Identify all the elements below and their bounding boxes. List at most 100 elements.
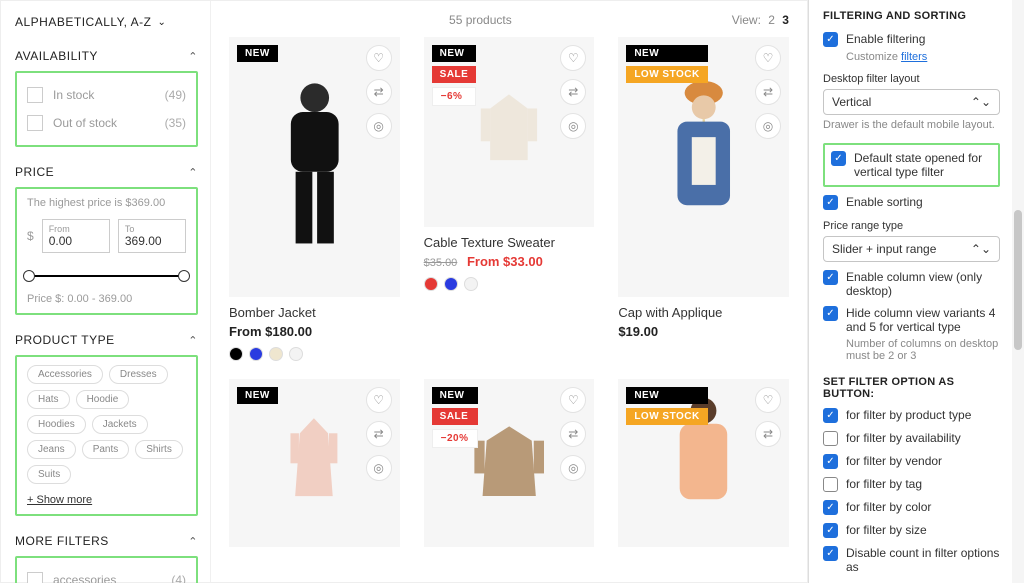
filter-button-availability[interactable]: for filter by availability bbox=[823, 431, 1000, 446]
price-max-note: The highest price is $369.00 bbox=[27, 197, 186, 209]
product-card[interactable]: NEW SALE −20% ♡ ⇄ ◎ bbox=[424, 379, 595, 547]
quickview-icon[interactable]: ◎ bbox=[366, 455, 392, 481]
checkbox-icon[interactable] bbox=[823, 431, 838, 446]
filter-section-price-header[interactable]: PRICE ⌃ bbox=[15, 165, 198, 179]
product-card[interactable]: NEW ♡ ⇄ ◎ Bomber Jacket From $180.00 bbox=[229, 37, 400, 361]
swatch-blue[interactable] bbox=[249, 347, 263, 361]
swatch-beige[interactable] bbox=[269, 347, 283, 361]
product-card[interactable]: NEW ♡ ⇄ ◎ bbox=[229, 379, 400, 547]
settings-title: FILTERING AND SORTING bbox=[823, 10, 1000, 22]
hide-column-variants-row[interactable]: Hide column view variants 4 and 5 for ve… bbox=[823, 306, 1000, 334]
wishlist-icon[interactable]: ♡ bbox=[755, 45, 781, 71]
swatch-white[interactable] bbox=[464, 277, 478, 291]
setting-label: for filter by tag bbox=[846, 477, 922, 491]
quickview-icon[interactable]: ◎ bbox=[560, 455, 586, 481]
slider-handle-max[interactable] bbox=[178, 270, 190, 282]
filter-section-more-header[interactable]: MORE FILTERS ⌃ bbox=[15, 534, 198, 548]
filter-section-product-type-header[interactable]: PRODUCT TYPE ⌃ bbox=[15, 333, 198, 347]
wishlist-icon[interactable]: ♡ bbox=[560, 387, 586, 413]
filter-option-in-stock[interactable]: In stock (49) bbox=[27, 81, 186, 109]
checkbox-icon[interactable] bbox=[823, 195, 838, 210]
more-filters-box: accessories (4) Baby Boy (4) bbox=[15, 556, 198, 583]
tag-shirts[interactable]: Shirts bbox=[135, 440, 183, 459]
tag-pants[interactable]: Pants bbox=[82, 440, 130, 459]
price-from-input[interactable]: From 0.00 bbox=[42, 219, 110, 253]
product-card[interactable]: NEW LOW STOCK ♡ ⇄ bbox=[618, 379, 789, 547]
scrollbar-thumb[interactable] bbox=[1014, 210, 1022, 350]
enable-column-view-row[interactable]: Enable column view (only desktop) bbox=[823, 270, 1000, 298]
view-option-3[interactable]: 3 bbox=[782, 13, 789, 27]
quickview-icon[interactable]: ◎ bbox=[560, 113, 586, 139]
chevron-up-icon: ⌃ bbox=[188, 50, 198, 63]
compare-icon[interactable]: ⇄ bbox=[560, 79, 586, 105]
view-label: View: bbox=[732, 13, 761, 27]
swatch-white[interactable] bbox=[289, 347, 303, 361]
wishlist-icon[interactable]: ♡ bbox=[366, 45, 392, 71]
compare-icon[interactable]: ⇄ bbox=[755, 421, 781, 447]
tag-jackets[interactable]: Jackets bbox=[92, 415, 148, 434]
chevron-down-icon: ⌄ bbox=[157, 17, 166, 28]
product-card[interactable]: NEW LOW STOCK ♡ ⇄ ◎ Cap with Applique $1… bbox=[618, 37, 789, 361]
filters-link[interactable]: filters bbox=[901, 51, 927, 63]
price-range-select[interactable]: Slider + input range ⌃⌄ bbox=[823, 236, 1000, 262]
checkbox-icon[interactable] bbox=[831, 151, 846, 166]
slider-handle-min[interactable] bbox=[23, 270, 35, 282]
product-card[interactable]: NEW SALE −6% ♡ ⇄ ◎ Cable Texture Sweater bbox=[424, 37, 595, 361]
color-swatches bbox=[229, 347, 400, 361]
checkbox-icon[interactable] bbox=[823, 454, 838, 469]
layout-select[interactable]: Vertical ⌃⌄ bbox=[823, 89, 1000, 115]
checkbox-icon[interactable] bbox=[823, 500, 838, 515]
tag-hats[interactable]: Hats bbox=[27, 390, 70, 409]
sort-dropdown[interactable]: ALPHABETICALLY, A-Z ⌄ bbox=[15, 15, 198, 29]
filter-option-out-of-stock[interactable]: Out of stock (35) bbox=[27, 109, 186, 137]
checkbox-icon[interactable] bbox=[823, 523, 838, 538]
price-slider[interactable] bbox=[27, 267, 186, 285]
filter-option-accessories[interactable]: accessories (4) bbox=[27, 566, 186, 583]
badge-new: NEW bbox=[626, 387, 707, 404]
filter-button-vendor[interactable]: for filter by vendor bbox=[823, 454, 1000, 469]
option-label: accessories bbox=[53, 573, 116, 583]
tag-jeans[interactable]: Jeans bbox=[27, 440, 76, 459]
wishlist-icon[interactable]: ♡ bbox=[560, 45, 586, 71]
compare-icon[interactable]: ⇄ bbox=[560, 421, 586, 447]
swatch-black[interactable] bbox=[229, 347, 243, 361]
wishlist-icon[interactable]: ♡ bbox=[366, 387, 392, 413]
compare-icon[interactable]: ⇄ bbox=[366, 79, 392, 105]
checkbox-icon[interactable] bbox=[823, 408, 838, 423]
filter-button-product-type[interactable]: for filter by product type bbox=[823, 408, 1000, 423]
compare-icon[interactable]: ⇄ bbox=[755, 79, 781, 105]
tag-hoodie[interactable]: Hoodie bbox=[76, 390, 130, 409]
checkbox-icon[interactable] bbox=[823, 270, 838, 285]
checkbox-icon[interactable] bbox=[823, 546, 838, 561]
swatch-red[interactable] bbox=[424, 277, 438, 291]
filter-button-color[interactable]: for filter by color bbox=[823, 500, 1000, 515]
filter-section-availability-header[interactable]: AVAILABILITY ⌃ bbox=[15, 49, 198, 63]
checkbox-icon[interactable] bbox=[823, 32, 838, 47]
enable-sorting-row[interactable]: Enable sorting bbox=[823, 195, 1000, 210]
product-type-tags: Accessories Dresses Hats Hoodie Hoodies … bbox=[27, 365, 186, 484]
show-more-link[interactable]: + Show more bbox=[27, 494, 186, 506]
setting-label: for filter by vendor bbox=[846, 454, 942, 468]
checkbox-icon[interactable] bbox=[823, 477, 838, 492]
filter-button-tag[interactable]: for filter by tag bbox=[823, 477, 1000, 492]
product-price: $35.00 From $33.00 bbox=[424, 254, 595, 269]
price-to-input[interactable]: To 369.00 bbox=[118, 219, 186, 253]
tag-dresses[interactable]: Dresses bbox=[109, 365, 168, 384]
swatch-blue[interactable] bbox=[444, 277, 458, 291]
checkbox-icon[interactable] bbox=[823, 306, 838, 321]
view-option-2[interactable]: 2 bbox=[768, 13, 775, 27]
tag-hoodies[interactable]: Hoodies bbox=[27, 415, 86, 434]
compare-icon[interactable]: ⇄ bbox=[366, 421, 392, 447]
quickview-icon[interactable]: ◎ bbox=[366, 113, 392, 139]
enable-filtering-row[interactable]: Enable filtering bbox=[823, 32, 1000, 47]
tag-accessories[interactable]: Accessories bbox=[27, 365, 103, 384]
tag-suits[interactable]: Suits bbox=[27, 465, 71, 484]
badge-sale: SALE bbox=[432, 66, 477, 83]
quickview-icon[interactable]: ◎ bbox=[755, 113, 781, 139]
chevron-up-icon: ⌃ bbox=[188, 166, 198, 179]
filter-button-size[interactable]: for filter by size bbox=[823, 523, 1000, 538]
wishlist-icon[interactable]: ♡ bbox=[755, 387, 781, 413]
disable-count-row[interactable]: Disable count in filter options as bbox=[823, 546, 1000, 574]
window-scrollbar[interactable] bbox=[1012, 0, 1024, 583]
default-open-row[interactable]: Default state opened for vertical type f… bbox=[831, 151, 992, 179]
